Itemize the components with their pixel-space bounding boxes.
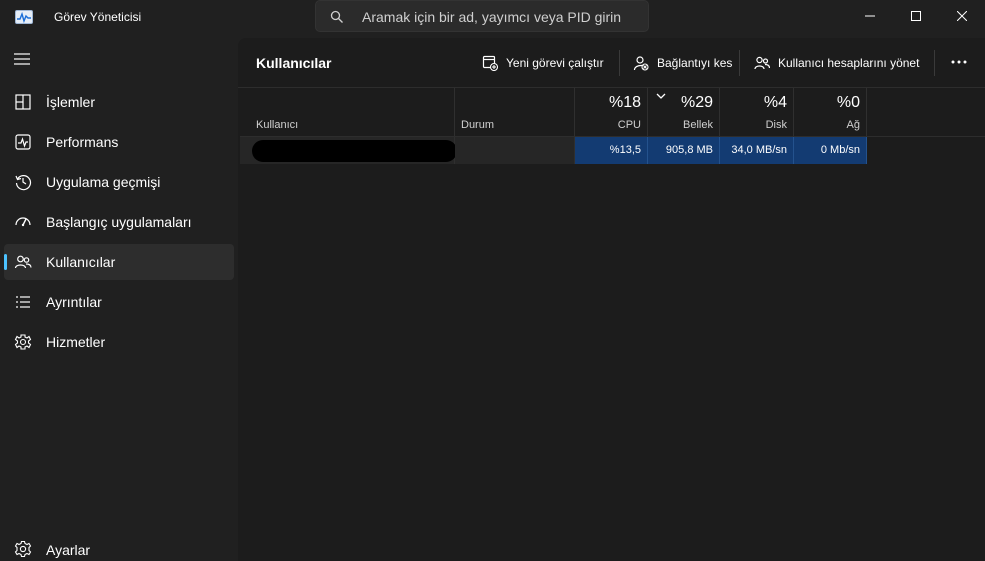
redacted-username bbox=[252, 140, 457, 162]
new-task-icon bbox=[482, 55, 498, 71]
startup-apps-icon bbox=[15, 217, 31, 227]
search-icon bbox=[330, 10, 343, 23]
main-panel: Kullanıcılar Yeni görevi çalıştır Bağlan… bbox=[238, 38, 985, 561]
column-header-disk[interactable]: %4 Disk bbox=[720, 88, 794, 136]
minimize-button[interactable] bbox=[847, 0, 893, 32]
settings-gear-icon bbox=[14, 540, 32, 558]
run-new-task-label: Yeni görevi çalıştır bbox=[506, 56, 604, 70]
column-header-network[interactable]: %0 Ağ bbox=[794, 88, 867, 136]
disk-total-percent: %4 bbox=[763, 94, 787, 111]
column-header-user[interactable]: Kullanıcı bbox=[240, 88, 455, 136]
users-icon bbox=[14, 255, 32, 269]
network-cell: 0 Mb/sn bbox=[794, 137, 867, 164]
sort-descending-chevron-icon bbox=[656, 93, 666, 99]
minimize-icon bbox=[865, 15, 875, 17]
close-icon bbox=[957, 11, 967, 21]
sidebar-item-details[interactable]: Ayrıntılar bbox=[4, 284, 234, 320]
disk-cell: 34,0 MB/sn bbox=[720, 137, 794, 164]
active-indicator bbox=[4, 254, 7, 270]
toolbar-separator bbox=[619, 50, 620, 76]
hamburger-menu-icon[interactable] bbox=[12, 52, 32, 66]
app-history-icon bbox=[15, 175, 32, 191]
processes-icon bbox=[15, 94, 31, 110]
column-label: Bellek bbox=[683, 119, 713, 131]
sidebar-item-label: Başlangıç uygulamaları bbox=[46, 214, 192, 230]
manage-users-icon bbox=[754, 56, 770, 70]
services-icon bbox=[14, 334, 32, 350]
sidebar-item-startup-apps[interactable]: Başlangıç uygulamaları bbox=[4, 204, 234, 240]
page-title: Kullanıcılar bbox=[256, 55, 332, 71]
task-manager-icon bbox=[15, 10, 33, 24]
column-label: Durum bbox=[461, 119, 495, 131]
sidebar-item-label: Hizmetler bbox=[46, 334, 106, 350]
sidebar-item-services[interactable]: Hizmetler bbox=[4, 324, 234, 360]
performance-icon bbox=[15, 134, 31, 150]
sidebar-item-app-history[interactable]: Uygulama geçmişi bbox=[4, 164, 234, 200]
details-icon bbox=[16, 296, 30, 308]
close-button[interactable] bbox=[939, 0, 985, 32]
column-header-cpu[interactable]: %18 CPU bbox=[575, 88, 648, 136]
memory-total-percent: %29 bbox=[680, 94, 713, 111]
settings-label: Ayarlar bbox=[46, 542, 91, 558]
run-new-task-button[interactable]: Yeni görevi çalıştır bbox=[482, 50, 604, 76]
app-title: Görev Yöneticisi bbox=[54, 10, 142, 24]
cpu-total-percent: %18 bbox=[608, 94, 641, 111]
sidebar-item-label: Uygulama geçmişi bbox=[46, 174, 161, 190]
column-label: Kullanıcı bbox=[256, 119, 299, 131]
search-input[interactable] bbox=[362, 7, 642, 27]
disconnect-user-icon bbox=[633, 56, 649, 71]
column-label: Disk bbox=[765, 119, 787, 131]
column-header-memory[interactable]: %29 Bellek bbox=[648, 88, 720, 136]
sidebar-item-performance[interactable]: Performans bbox=[4, 124, 234, 160]
maximize-button[interactable] bbox=[893, 0, 939, 32]
toolbar-separator bbox=[934, 50, 935, 76]
disconnect-button[interactable]: Bağlantıyı kes bbox=[633, 50, 732, 76]
manage-user-accounts-button[interactable]: Kullanıcı hesaplarını yönet bbox=[754, 50, 919, 76]
sidebar: İşlemler Performans Uygulama geçmişi Baş… bbox=[0, 36, 238, 561]
manage-user-accounts-label: Kullanıcı hesaplarını yönet bbox=[778, 56, 920, 70]
column-label: CPU bbox=[617, 119, 641, 131]
cpu-cell: %13,5 bbox=[575, 137, 648, 164]
sidebar-item-processes[interactable]: İşlemler bbox=[4, 84, 234, 120]
sidebar-item-settings[interactable]: Ayarlar bbox=[4, 535, 234, 561]
more-options-icon[interactable] bbox=[946, 52, 972, 72]
title-bar: Görev Yöneticisi bbox=[0, 0, 985, 36]
table-row[interactable]: %13,5 905,8 MB 34,0 MB/sn 0 Mb/sn bbox=[240, 137, 867, 164]
network-total-percent: %0 bbox=[836, 94, 860, 111]
disconnect-label: Bağlantıyı kes bbox=[657, 56, 733, 70]
sidebar-item-label: İşlemler bbox=[46, 94, 96, 110]
sidebar-item-label: Performans bbox=[46, 134, 119, 150]
user-cell bbox=[240, 137, 457, 164]
sidebar-item-label: Ayrıntılar bbox=[46, 294, 102, 310]
search-box[interactable] bbox=[315, 0, 649, 32]
column-header-status[interactable]: Durum bbox=[455, 88, 575, 136]
status-cell bbox=[455, 137, 575, 164]
toolbar-separator bbox=[739, 50, 740, 76]
column-label: Ağ bbox=[846, 119, 860, 131]
memory-cell: 905,8 MB bbox=[648, 137, 720, 164]
sidebar-item-label: Kullanıcılar bbox=[46, 254, 116, 270]
sidebar-item-users[interactable]: Kullanıcılar bbox=[4, 244, 234, 280]
maximize-icon bbox=[911, 11, 921, 21]
